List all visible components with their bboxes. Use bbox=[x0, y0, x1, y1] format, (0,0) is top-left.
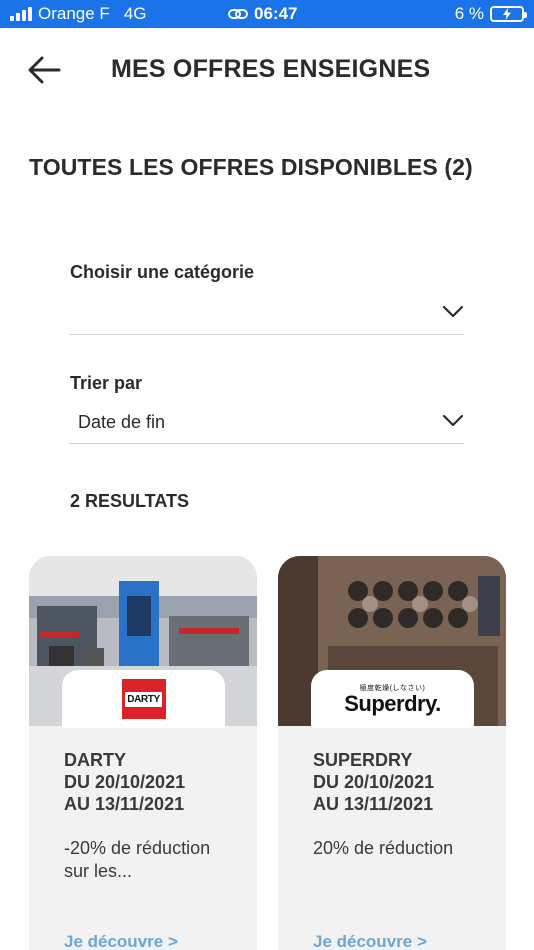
status-bar: Orange F 4G 06:47 6 % bbox=[0, 0, 534, 28]
status-right: 6 % bbox=[454, 4, 527, 24]
arrow-left-icon bbox=[28, 56, 61, 84]
charging-bolt-icon bbox=[503, 8, 511, 20]
brand-logo-box: 極度乾燥(しなさい) Superdry. bbox=[311, 670, 474, 728]
page-title: MES OFFRES ENSEIGNES bbox=[111, 55, 431, 83]
back-button[interactable] bbox=[26, 52, 62, 88]
offer-end-date: AU 13/11/2021 bbox=[313, 794, 434, 814]
signal-icon bbox=[10, 7, 32, 21]
darty-logo-text: DARTY bbox=[125, 691, 162, 707]
sort-label: Trier par bbox=[70, 373, 143, 393]
offer-description: 20% de réduction bbox=[313, 838, 454, 858]
section-title: TOUTES LES OFFRES DISPONIBLES (2) bbox=[29, 154, 473, 180]
offer-title: SUPERDRY DU 20/10/2021 AU 13/11/2021 bbox=[313, 749, 506, 815]
battery-icon bbox=[490, 6, 527, 22]
network-type: 4G bbox=[123, 4, 147, 23]
category-select[interactable] bbox=[70, 291, 464, 335]
offer-card-body: DARTY DU 20/10/2021 AU 13/11/2021 -20% d… bbox=[29, 726, 257, 883]
category-field: Choisir une catégorie bbox=[70, 262, 464, 335]
chevron-down-icon bbox=[442, 414, 464, 427]
superdry-logo-text: Superdry. bbox=[344, 691, 441, 716]
brand-logo-box: DARTY bbox=[62, 670, 225, 728]
chevron-down-icon bbox=[442, 305, 464, 318]
sort-value: Date de fin bbox=[78, 412, 166, 432]
discover-link[interactable]: Je découvre > bbox=[64, 932, 178, 950]
offer-card-darty[interactable]: DARTY DARTY DU 20/10/2021 AU 13/11/2021 … bbox=[29, 556, 257, 950]
offer-card-superdry[interactable]: 極度乾燥(しなさい) Superdry. SUPERDRY DU 20/10/2… bbox=[278, 556, 506, 950]
category-label: Choisir une catégorie bbox=[70, 262, 255, 282]
offer-description: -20% de réduction sur les... bbox=[64, 838, 211, 881]
superdry-logo: 極度乾燥(しなさい) Superdry. bbox=[344, 683, 441, 715]
app-header: MES OFFRES ENSEIGNES bbox=[0, 28, 534, 110]
status-time: 06:47 bbox=[254, 4, 298, 23]
sort-field: Trier par Date de fin bbox=[70, 373, 464, 444]
link-icon bbox=[228, 9, 248, 19]
offer-brand: DARTY bbox=[64, 750, 126, 770]
offer-card-body: SUPERDRY DU 20/10/2021 AU 13/11/2021 20%… bbox=[278, 726, 506, 860]
status-center: 06:47 bbox=[228, 4, 297, 24]
results-count: 2 RESULTATS bbox=[70, 491, 190, 511]
offer-start-date: DU 20/10/2021 bbox=[64, 772, 186, 792]
battery-percent: 6 % bbox=[454, 4, 484, 23]
offer-brand: SUPERDRY bbox=[313, 750, 413, 770]
darty-logo: DARTY bbox=[121, 679, 166, 719]
carrier-name: Orange F bbox=[38, 4, 110, 23]
discover-link[interactable]: Je découvre > bbox=[313, 932, 427, 950]
offer-start-date: DU 20/10/2021 bbox=[313, 772, 435, 792]
offer-end-date: AU 13/11/2021 bbox=[64, 794, 185, 814]
status-left: Orange F 4G bbox=[10, 4, 147, 24]
sort-select[interactable]: Date de fin bbox=[70, 400, 464, 444]
offer-title: DARTY DU 20/10/2021 AU 13/11/2021 bbox=[64, 749, 257, 815]
